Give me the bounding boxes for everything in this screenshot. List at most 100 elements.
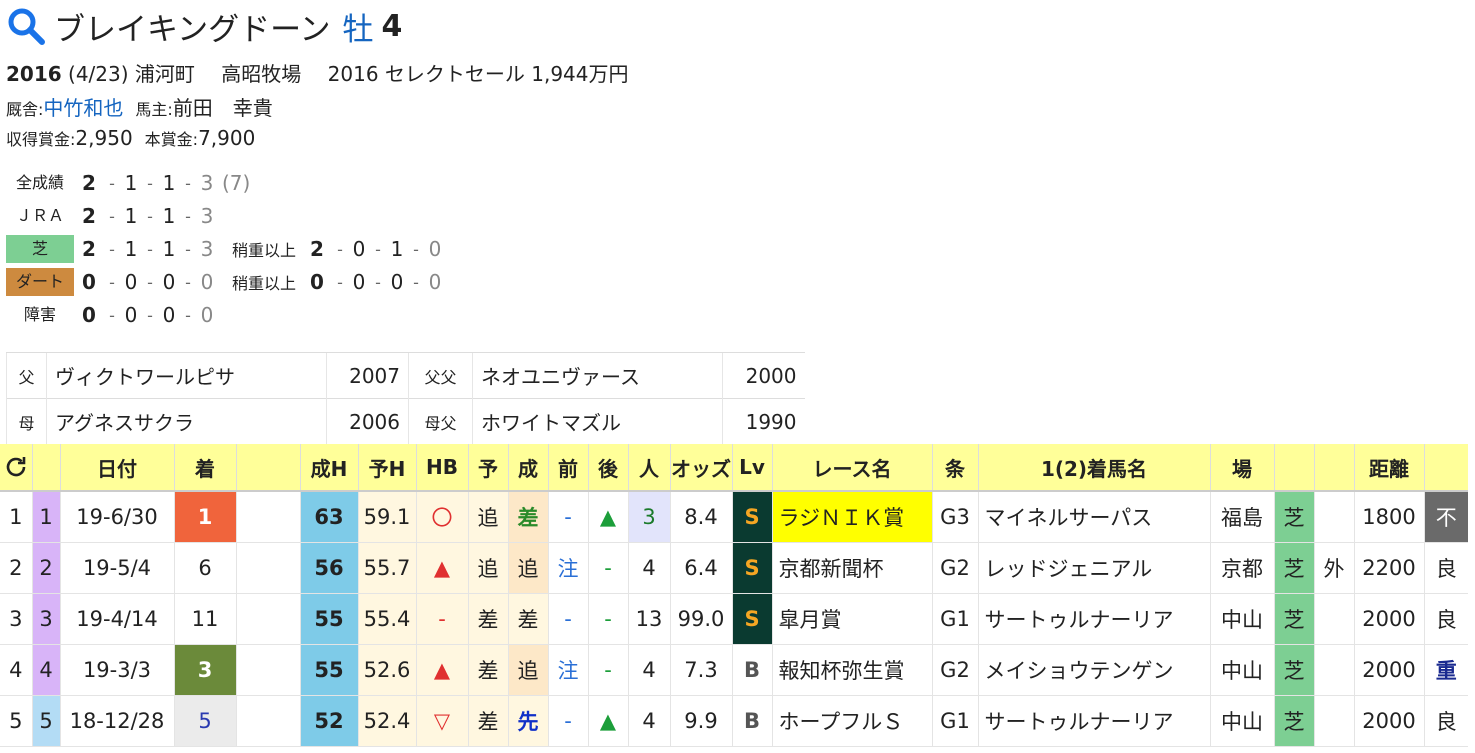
- track-condition: 良: [1423, 695, 1468, 747]
- col-sei[interactable]: 成: [507, 444, 548, 492]
- search-icon[interactable]: [6, 6, 46, 46]
- popularity: 4: [627, 542, 670, 594]
- table-row[interactable]: 4 4 19-3/3 3 55 52.6 ▲ 差 追 注 - 4 7.3 B 報…: [0, 644, 1468, 696]
- col-level[interactable]: Lv: [731, 444, 772, 492]
- col-popularity[interactable]: 人: [627, 444, 670, 492]
- col-finish[interactable]: 着: [173, 444, 236, 492]
- course: [1313, 593, 1354, 645]
- race-name-link[interactable]: ラジＮＩＫ賞: [771, 491, 932, 543]
- record-label: ＪＲＡ: [15, 206, 64, 225]
- race-name-link[interactable]: 京都新聞杯: [771, 542, 932, 594]
- winner-name[interactable]: サートゥルナーリア: [977, 695, 1210, 747]
- winner-name[interactable]: メイショウテンゲン: [977, 644, 1210, 696]
- race-date[interactable]: 19-3/3: [59, 644, 174, 696]
- refresh-button[interactable]: [0, 444, 32, 492]
- record-value: 0: [200, 270, 214, 294]
- col-ato[interactable]: 後: [587, 444, 628, 492]
- yo-style: 追: [467, 542, 508, 594]
- race-date[interactable]: 19-5/4: [59, 542, 174, 594]
- track-condition: 不: [1423, 491, 1468, 543]
- record-value: 0: [124, 270, 138, 294]
- heavy-value: 0: [352, 237, 366, 261]
- sire-sire-name[interactable]: ネオユニヴァース: [472, 352, 723, 399]
- blank-cell: [235, 491, 300, 543]
- race-count: 2: [31, 542, 60, 594]
- col-hb[interactable]: HB: [415, 444, 468, 492]
- table-row[interactable]: 2 2 19-5/4 6 56 55.7 ▲ 追 追 注 - 4 6.4 S 京…: [0, 542, 1468, 594]
- distance: 2200: [1353, 542, 1424, 594]
- col-race-name[interactable]: レース名: [771, 444, 932, 492]
- surface: 芝: [1273, 542, 1314, 594]
- horse-age: 4: [381, 8, 403, 44]
- race-name-link[interactable]: ホープフルＳ: [771, 695, 932, 747]
- record-label-dirt[interactable]: ダート: [6, 268, 74, 296]
- dam-year: 2006: [326, 398, 409, 445]
- record-value: 2: [82, 237, 96, 261]
- course: [1313, 491, 1354, 543]
- pedigree-table: 父 ヴィクトワールピサ 2007 父父 ネオユニヴァース 2000 母 アグネス…: [6, 352, 805, 445]
- heavy-value: 1: [390, 237, 404, 261]
- race-level: S: [731, 542, 772, 594]
- trainer-link[interactable]: 中竹和也: [43, 92, 123, 121]
- col-course: [1313, 444, 1354, 492]
- venue: 中山: [1209, 593, 1274, 645]
- col-surface: [1273, 444, 1314, 492]
- dam-sire-year: 1990: [722, 398, 805, 445]
- race-grade: G1: [931, 695, 978, 747]
- col-date[interactable]: 日付: [59, 444, 174, 492]
- sire-name[interactable]: ヴィクトワールピサ: [46, 352, 327, 399]
- odds: 6.4: [669, 542, 732, 594]
- race-date[interactable]: 19-6/30: [59, 491, 174, 543]
- col-yo[interactable]: 予: [467, 444, 508, 492]
- record-value: 0: [200, 303, 214, 327]
- record-label: 全成績: [15, 173, 64, 192]
- race-level: B: [731, 695, 772, 747]
- record-value: 3: [200, 171, 214, 195]
- yo-style: 差: [467, 644, 508, 696]
- prize-label: 本賞金:: [144, 130, 199, 149]
- col-grade[interactable]: 条: [931, 444, 978, 492]
- sei-style: 追: [507, 542, 548, 594]
- record-all: 全成績 2 -1 -1 -3 (7): [6, 168, 250, 198]
- ato-mark: ▲: [587, 491, 628, 543]
- record-value: 0: [82, 303, 96, 327]
- race-date[interactable]: 18-12/28: [59, 695, 174, 747]
- col-odds[interactable]: オッズ: [669, 444, 732, 492]
- col-mae[interactable]: 前: [547, 444, 588, 492]
- blank-cell: [235, 695, 300, 747]
- col-venue[interactable]: 場: [1209, 444, 1274, 492]
- refresh-icon[interactable]: [3, 454, 29, 480]
- dam-sire-name[interactable]: ホワイトマズル: [472, 398, 723, 445]
- heavy-value: 0: [352, 270, 366, 294]
- sire-year: 2007: [326, 352, 409, 399]
- col-no: [31, 444, 60, 492]
- col-distance[interactable]: 距離: [1353, 444, 1424, 492]
- odds: 9.9: [669, 695, 732, 747]
- winner-name[interactable]: サートゥルナーリア: [977, 593, 1210, 645]
- col-perf-h[interactable]: 成H: [299, 444, 358, 492]
- record-value: 1: [124, 204, 138, 228]
- race-name-link[interactable]: 報知杯弥生賞: [771, 644, 932, 696]
- birth-year: 2016: [6, 62, 62, 86]
- col-pred-h[interactable]: 予H: [357, 444, 416, 492]
- race-name-link[interactable]: 皐月賞: [771, 593, 932, 645]
- surface: 芝: [1273, 593, 1314, 645]
- course: [1313, 644, 1354, 696]
- winner-name[interactable]: マイネルサーパス: [977, 491, 1210, 543]
- record-value: 2: [82, 171, 96, 195]
- col-winner[interactable]: 1(2)着馬名: [977, 444, 1210, 492]
- winner-name[interactable]: レッドジェニアル: [977, 542, 1210, 594]
- dam-name[interactable]: アグネスサクラ: [46, 398, 327, 445]
- table-row[interactable]: 5 5 18-12/28 5 52 52.4 ▽ 差 先 - ▲ 4 9.9 B…: [0, 695, 1468, 747]
- race-date[interactable]: 19-4/14: [59, 593, 174, 645]
- record-label-turf[interactable]: 芝: [6, 235, 74, 263]
- mae-mark: 注: [547, 542, 588, 594]
- hb-mark: 〇: [415, 491, 468, 543]
- pedigree-key: 父: [6, 352, 47, 399]
- table-row[interactable]: 3 3 19-4/14 11 55 55.4 - 差 差 - - 13 99.0…: [0, 593, 1468, 645]
- table-row[interactable]: 1 1 19-6/30 1 63 59.1 〇 追 差 - ▲ 3 8.4 S …: [0, 491, 1468, 543]
- race-level: S: [731, 491, 772, 543]
- finish-position: 1: [173, 491, 236, 543]
- distance: 2000: [1353, 644, 1424, 696]
- earn-value: 2,950: [75, 126, 133, 150]
